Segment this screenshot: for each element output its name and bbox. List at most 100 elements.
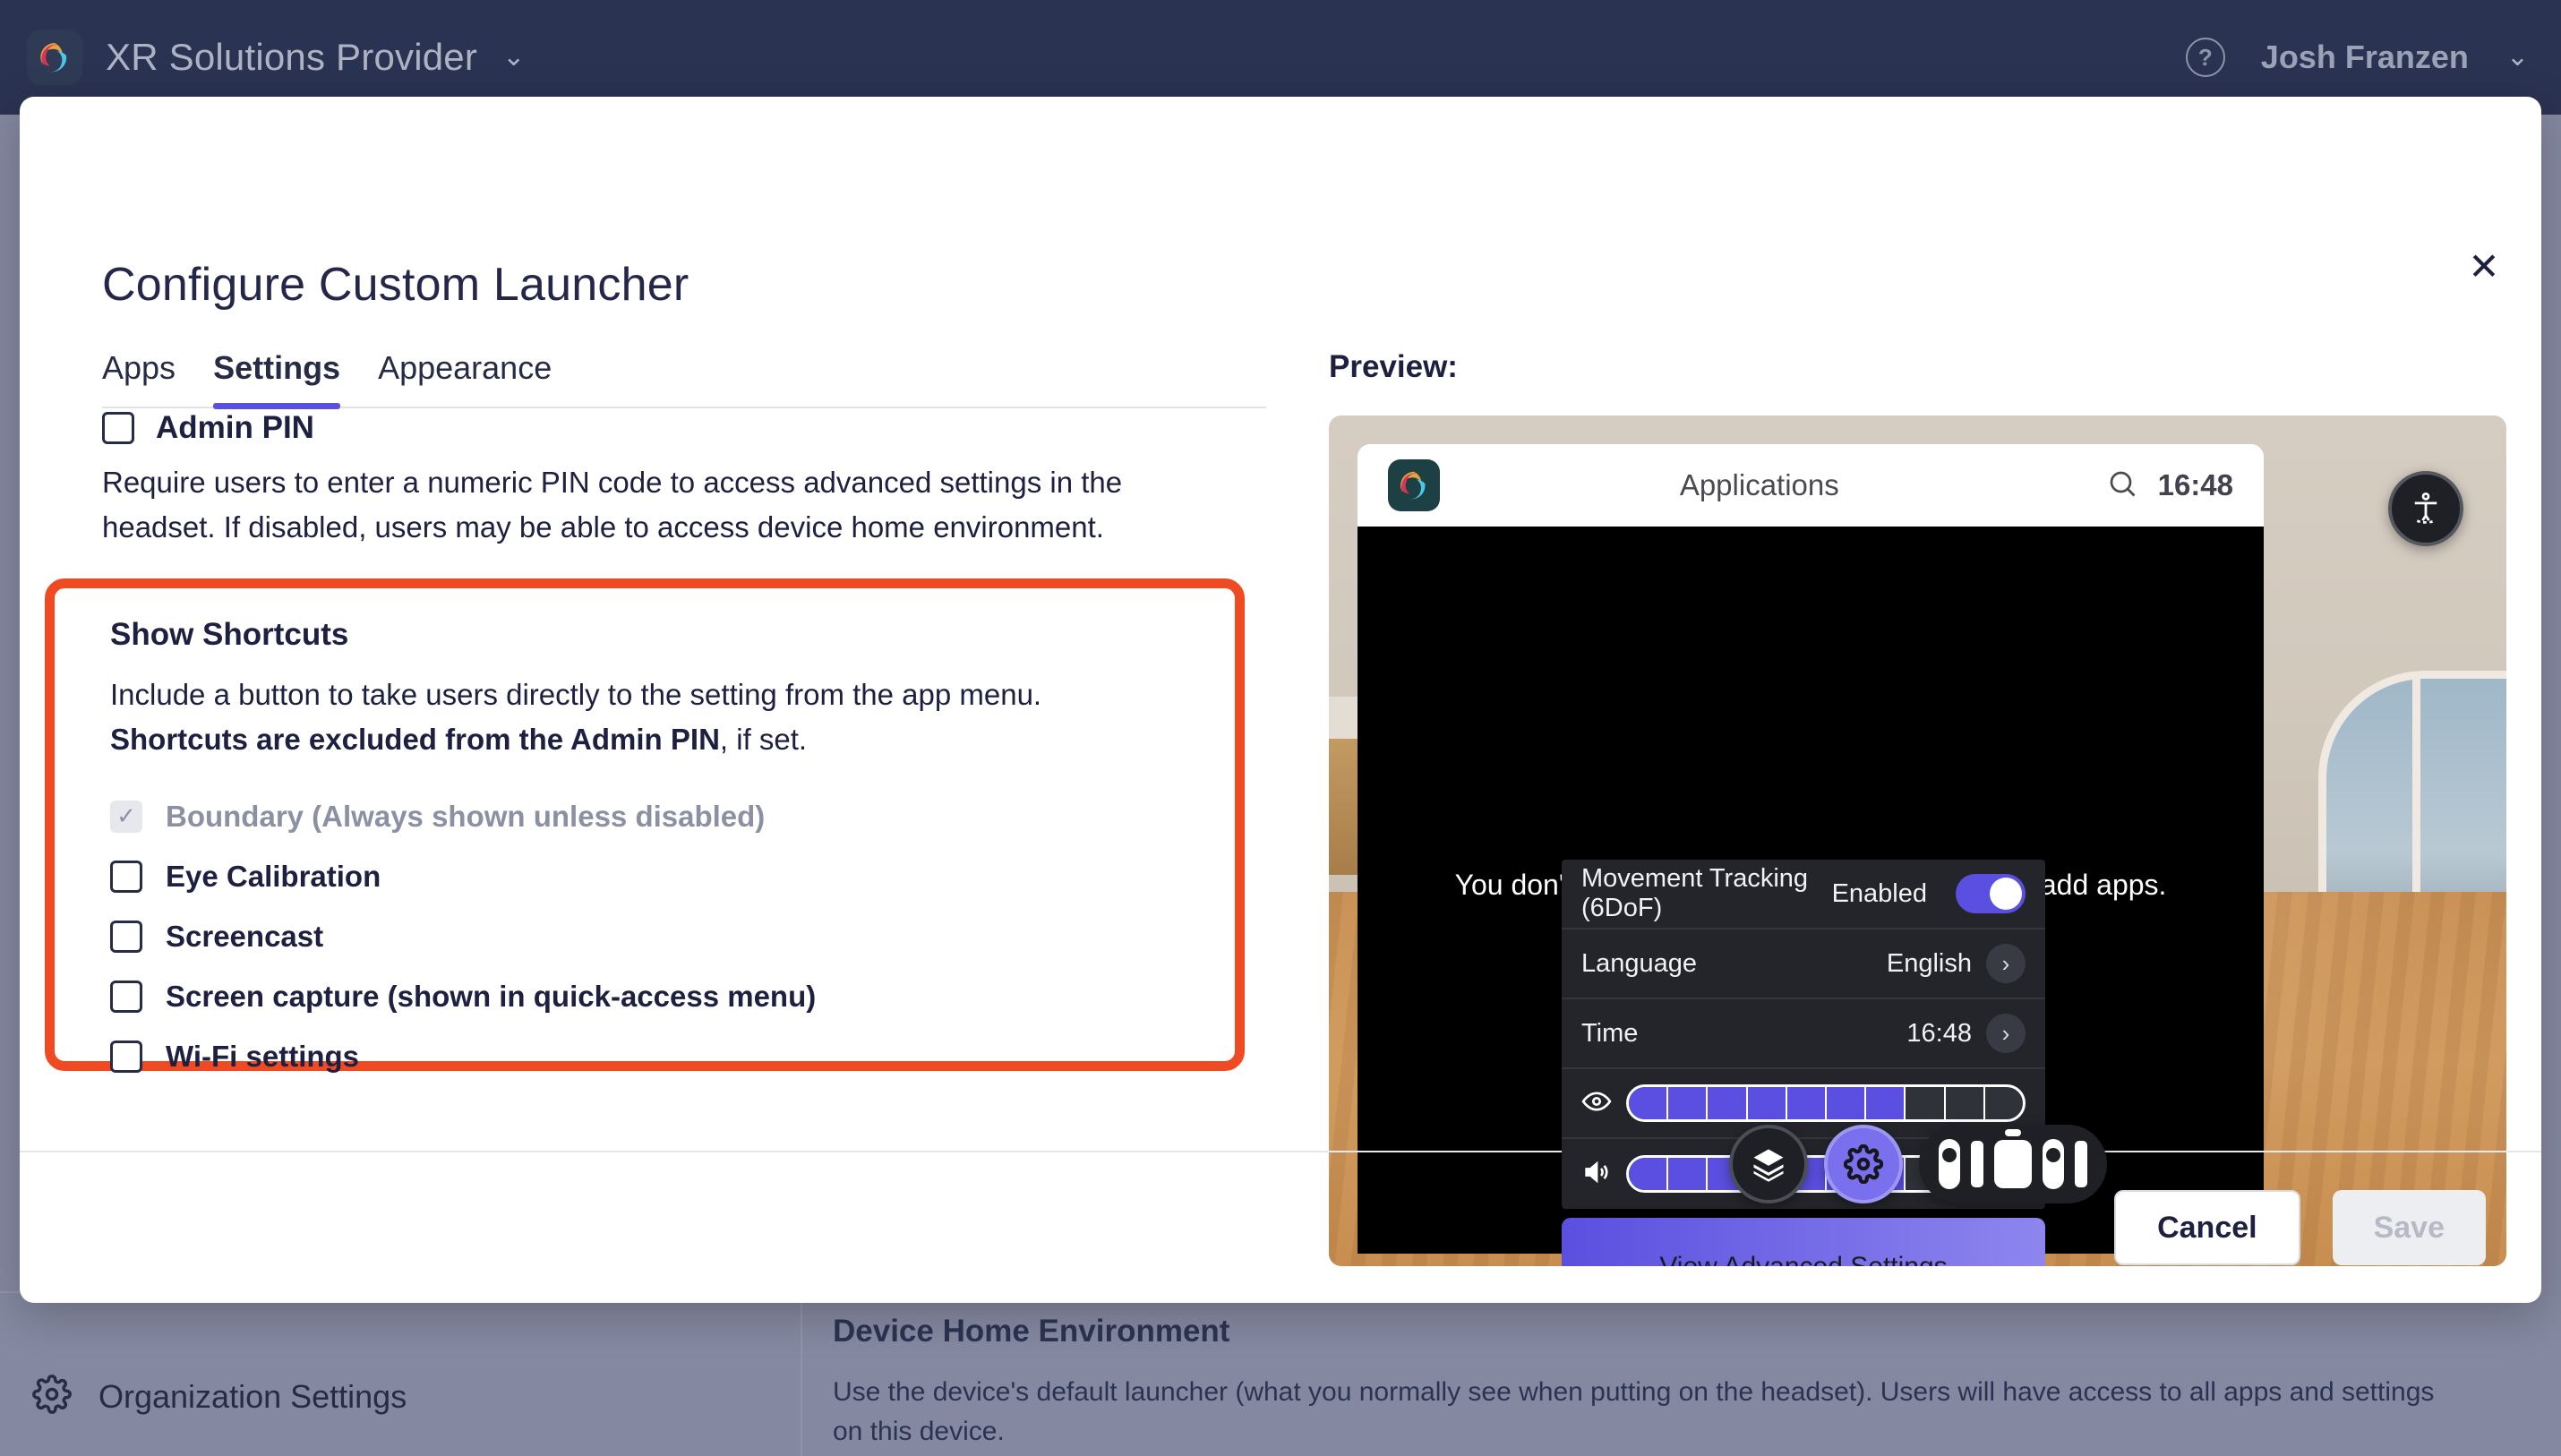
eye-calibration-checkbox[interactable] bbox=[110, 860, 142, 893]
shortcut-item-screen-capture[interactable]: Screen capture (shown in quick-access me… bbox=[110, 966, 1179, 1026]
background-device-home-section: Device Home Environment Use the device's… bbox=[833, 1314, 2498, 1451]
brand-switcher[interactable]: XR Solutions Provider ⌄ bbox=[27, 30, 525, 85]
slider-segment bbox=[1827, 1087, 1867, 1119]
movement-tracking-value: Enabled bbox=[1831, 878, 1927, 908]
slider-segment bbox=[1629, 1087, 1669, 1119]
admin-pin-label: Admin PIN bbox=[156, 410, 314, 445]
shortcut-item-screencast[interactable]: Screencast bbox=[110, 906, 1179, 966]
show-shortcuts-description-tail: , if set. bbox=[719, 722, 808, 756]
view-advanced-settings-button[interactable]: View Advanced Settings bbox=[1562, 1218, 2045, 1266]
slider-segment bbox=[1747, 1087, 1787, 1119]
quick-settings-row-movement-tracking: Movement Tracking (6DoF) Enabled bbox=[1562, 860, 2045, 929]
user-chevron-down-icon[interactable]: ⌄ bbox=[2506, 44, 2529, 71]
help-icon[interactable]: ? bbox=[2185, 38, 2225, 77]
sidebar-item-label: Organization Settings bbox=[98, 1377, 407, 1415]
shortcut-label: Boundary (Always shown unless disabled) bbox=[166, 799, 766, 833]
shortcut-item-eye-calibration[interactable]: Eye Calibration bbox=[110, 846, 1179, 906]
dialog-tabs: Apps Settings Appearance bbox=[102, 349, 1266, 409]
search-icon[interactable] bbox=[2106, 467, 2138, 504]
controller-bar-icon bbox=[1970, 1141, 1983, 1187]
chevron-right-icon[interactable]: › bbox=[1986, 944, 2026, 983]
preview-stage: Applications 16:48 You don't have any ap… bbox=[1329, 415, 2506, 1266]
slider-segment bbox=[1906, 1087, 1946, 1119]
dock-library-button[interactable] bbox=[1728, 1125, 1808, 1203]
dock-devices-button[interactable] bbox=[1918, 1125, 2107, 1203]
shortcut-label: Screen capture (shown in quick-access me… bbox=[166, 979, 817, 1013]
slider-segment bbox=[1786, 1087, 1828, 1119]
dialog-title: Configure Custom Launcher bbox=[102, 259, 690, 311]
time-label: Time bbox=[1581, 1018, 1639, 1048]
screen-capture-checkbox[interactable] bbox=[110, 980, 142, 1013]
language-value: English bbox=[1886, 948, 1972, 978]
admin-pin-block: Admin PIN Require users to enter a numer… bbox=[20, 410, 1273, 549]
language-label: Language bbox=[1581, 948, 1698, 978]
close-icon[interactable]: ✕ bbox=[2457, 240, 2511, 294]
tab-appearance[interactable]: Appearance bbox=[378, 349, 552, 407]
show-shortcuts-block: Show Shortcuts Include a button to take … bbox=[55, 588, 1235, 1086]
shortcut-label: Wi-Fi settings bbox=[166, 1039, 360, 1073]
boundary-checkbox bbox=[110, 800, 142, 833]
tab-apps[interactable]: Apps bbox=[102, 349, 176, 407]
quick-settings-row-language[interactable]: Language English › bbox=[1562, 929, 2045, 999]
controller-bar-icon bbox=[2074, 1141, 2087, 1187]
slider-segment bbox=[1985, 1087, 2023, 1119]
eye-icon bbox=[1581, 1086, 1612, 1121]
dialog-footer: Cancel Save bbox=[20, 1151, 2541, 1303]
show-shortcuts-description-lead: Include a button to take users directly … bbox=[110, 678, 1042, 711]
save-button: Save bbox=[2332, 1190, 2486, 1265]
admin-pin-checkbox[interactable] bbox=[102, 412, 134, 444]
gear-icon bbox=[32, 1375, 72, 1418]
slider-segment bbox=[1668, 1087, 1709, 1119]
shortcut-label: Screencast bbox=[166, 919, 324, 953]
controller-left-icon bbox=[1938, 1139, 1960, 1189]
headset-icon bbox=[1993, 1140, 2032, 1188]
screencast-checkbox[interactable] bbox=[110, 920, 142, 953]
admin-pin-description: Require users to enter a numeric PIN cod… bbox=[102, 466, 1123, 544]
speaker-icon bbox=[1581, 1157, 1612, 1192]
shortcut-checkbox-list: Boundary (Always shown unless disabled) … bbox=[110, 786, 1179, 1086]
settings-left-column: Admin PIN Require users to enter a numer… bbox=[20, 410, 1273, 549]
admin-pin-row: Admin PIN bbox=[102, 410, 1191, 446]
cancel-button[interactable]: Cancel bbox=[2114, 1190, 2300, 1265]
launcher-title: Applications bbox=[1679, 468, 1839, 501]
show-shortcuts-highlight: Show Shortcuts Include a button to take … bbox=[45, 578, 1245, 1073]
background-section-body: Use the device's default launcher (what … bbox=[833, 1377, 2435, 1446]
show-shortcuts-description-bold: Shortcuts are excluded from the Admin PI… bbox=[110, 722, 720, 756]
brand-name: XR Solutions Provider bbox=[106, 36, 478, 78]
shortcut-item-boundary: Boundary (Always shown unless disabled) bbox=[110, 786, 1179, 846]
sidebar-item-organization-settings[interactable]: Organization Settings bbox=[32, 1375, 407, 1418]
chevron-down-icon: ⌄ bbox=[502, 42, 526, 72]
show-shortcuts-description: Include a button to take users directly … bbox=[110, 672, 1185, 761]
app-logo-icon bbox=[27, 30, 82, 85]
topbar-right-group: ? Josh Franzen ⌄ bbox=[2185, 38, 2529, 77]
tab-settings[interactable]: Settings bbox=[213, 349, 341, 409]
boundary-status-icon[interactable] bbox=[2388, 471, 2463, 546]
quick-settings-row-time[interactable]: Time 16:48 › bbox=[1562, 999, 2045, 1069]
launcher-titlebar: Applications 16:48 bbox=[1358, 444, 2264, 527]
shortcut-item-wifi-settings[interactable]: Wi-Fi settings bbox=[110, 1026, 1179, 1086]
time-value: 16:48 bbox=[1906, 1018, 1972, 1048]
launcher-clock: 16:48 bbox=[2157, 468, 2233, 501]
brightness-slider[interactable] bbox=[1626, 1084, 2026, 1122]
slider-segment bbox=[1629, 1158, 1669, 1190]
preview-dock bbox=[1728, 1125, 2107, 1203]
app-root: Organization Settings Device Home Enviro… bbox=[0, 0, 2561, 1456]
slider-segment bbox=[1708, 1087, 1748, 1119]
chevron-right-icon[interactable]: › bbox=[1986, 1014, 2026, 1053]
wifi-settings-checkbox[interactable] bbox=[110, 1040, 142, 1073]
show-shortcuts-title: Show Shortcuts bbox=[110, 617, 349, 652]
movement-tracking-toggle[interactable] bbox=[1956, 874, 2026, 913]
user-menu-label[interactable]: Josh Franzen bbox=[2261, 39, 2469, 76]
slider-segment bbox=[1866, 1087, 1906, 1119]
movement-tracking-label: Movement Tracking (6DoF) bbox=[1581, 864, 1809, 922]
quick-settings-popup: Movement Tracking (6DoF) Enabled Languag… bbox=[1562, 860, 2045, 1266]
slider-segment bbox=[1946, 1087, 1985, 1119]
preview-column: Preview: Applications 16:48 You don't ad… bbox=[1329, 349, 2511, 1266]
background-section-title: Device Home Environment bbox=[833, 1314, 1230, 1349]
shortcut-label: Eye Calibration bbox=[166, 859, 381, 893]
dock-settings-button[interactable] bbox=[1823, 1125, 1903, 1203]
launcher-content-top bbox=[1358, 527, 2264, 770]
controller-right-icon bbox=[2042, 1139, 2064, 1189]
slider-segment bbox=[1668, 1158, 1709, 1190]
configure-custom-launcher-dialog: ✕ Configure Custom Launcher Apps Setting… bbox=[20, 97, 2541, 1303]
